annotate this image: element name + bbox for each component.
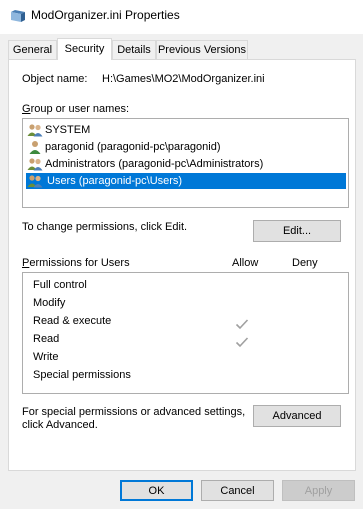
tab-details[interactable]: Details bbox=[112, 40, 156, 59]
permissions-header: Permissions for Users bbox=[22, 257, 130, 269]
group-icon bbox=[27, 158, 43, 171]
security-panel: Object name: H:\Games\MO2\ModOrganizer.i… bbox=[8, 59, 356, 471]
advanced-text-line1: For special permissions or advanced sett… bbox=[22, 406, 246, 418]
advanced-button[interactable]: Advanced bbox=[253, 405, 341, 427]
ok-button[interactable]: OK bbox=[120, 480, 193, 501]
object-name-label: Object name: bbox=[22, 73, 88, 85]
group-user-list[interactable]: SYSTEM paragonid (paragonid-pc\paragonid… bbox=[22, 118, 349, 208]
group-icon bbox=[27, 175, 43, 188]
object-name-value: H:\Games\MO2\ModOrganizer.ini bbox=[102, 73, 265, 85]
tab-strip: General Security Details Previous Versio… bbox=[8, 38, 358, 60]
group-names-label: Group or user names: bbox=[22, 103, 129, 115]
user-icon bbox=[29, 141, 41, 154]
change-permissions-text: To change permissions, click Edit. bbox=[22, 221, 188, 233]
permission-full-control: Full control bbox=[33, 279, 87, 291]
tab-security[interactable]: Security bbox=[57, 38, 112, 60]
permission-read: Read bbox=[33, 333, 60, 345]
deny-header: Deny bbox=[292, 257, 318, 269]
file-icon bbox=[11, 10, 25, 22]
edit-button[interactable]: Edit... bbox=[253, 220, 341, 242]
list-item-users[interactable]: Users (paragonid-pc\Users) bbox=[26, 173, 346, 189]
permission-special: Special permissions bbox=[33, 369, 131, 381]
permission-write: Write bbox=[33, 351, 59, 363]
permission-read-execute: Read & execute bbox=[33, 315, 112, 327]
allow-read-check-icon bbox=[235, 337, 249, 348]
tab-previous-versions[interactable]: Previous Versions bbox=[156, 40, 248, 59]
title-bar[interactable]: ModOrganizer.ini Properties bbox=[0, 0, 363, 34]
allow-header: Allow bbox=[232, 257, 259, 269]
group-icon bbox=[27, 124, 43, 137]
apply-button[interactable]: Apply bbox=[282, 480, 355, 501]
permission-modify: Modify bbox=[33, 297, 66, 309]
window-title: ModOrganizer.ini Properties bbox=[31, 8, 180, 22]
advanced-text-line2: click Advanced. bbox=[22, 419, 98, 431]
permissions-list[interactable]: Full control Modify Read & execute Read … bbox=[22, 272, 349, 394]
tab-general[interactable]: General bbox=[8, 40, 57, 59]
cancel-button[interactable]: Cancel bbox=[201, 480, 274, 501]
allow-read-execute-check-icon bbox=[235, 319, 249, 330]
